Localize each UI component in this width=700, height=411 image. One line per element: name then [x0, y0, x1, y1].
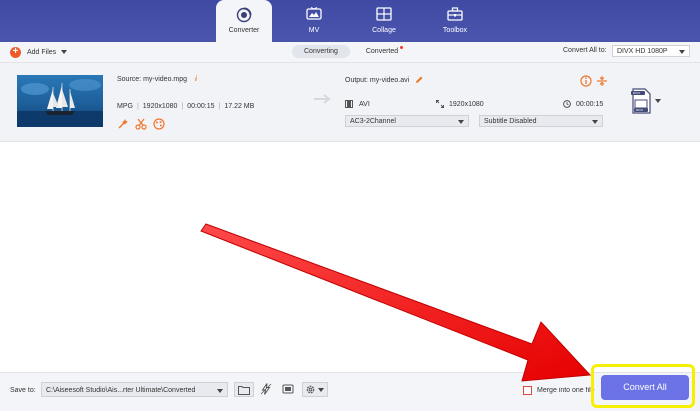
save-path-select[interactable]: C:\Aiseesoft Studio\Ais...rter Ultimate\… [41, 382, 228, 397]
chevron-down-icon [655, 99, 661, 103]
format-badge-bottom: DIVX [636, 108, 644, 112]
source-info: Source: my-video.mpg i [117, 76, 197, 83]
tab-mv[interactable]: MV [286, 0, 342, 40]
enhance-icon[interactable] [117, 118, 129, 130]
info-icon[interactable]: i [195, 76, 197, 83]
source-details: MPG | 1920x1080 | 00:00:15 | 17.22 MB [117, 103, 254, 110]
output-duration-info: 00:00:15 [563, 100, 603, 108]
chevron-down-icon [592, 120, 598, 124]
output-format: AVI [359, 100, 370, 108]
arrow-right-icon [314, 94, 331, 104]
source-filename: Source: my-video.mpg [117, 76, 188, 83]
tab-mv-label: MV [308, 27, 320, 34]
chevron-down-icon [217, 389, 223, 393]
toolbar: + Add Files Converting Converted Convert… [0, 42, 700, 63]
resize-icon [436, 100, 444, 108]
output-duration: 00:00:15 [576, 100, 604, 108]
separator: | [181, 103, 184, 110]
subtab-converted[interactable]: Converted [354, 45, 410, 58]
ship-image [17, 79, 103, 127]
output-format-info: AVI [345, 100, 370, 108]
clock-icon [563, 100, 571, 108]
convert-all-to-label: Convert All to: [563, 47, 607, 54]
open-folder-button[interactable] [234, 382, 254, 397]
tab-collage[interactable]: Collage [356, 0, 412, 40]
add-files-label: Add Files [27, 48, 57, 56]
output-resolution-info: 1920x1080 [436, 100, 484, 108]
gpu-off-icon [282, 384, 294, 394]
tv-icon [306, 7, 322, 20]
converter-icon [236, 7, 252, 23]
subtab-converting-label: Converting [304, 48, 338, 55]
plus-icon: + [10, 46, 21, 58]
gpu-accel-button[interactable] [279, 382, 297, 397]
output-format-value: DIVX HD 1080P [617, 48, 668, 55]
lightning-off-icon [260, 383, 272, 395]
converter-subtabs: Converting Converted [292, 45, 414, 58]
format-badge-top: DIVX [633, 91, 641, 95]
hardware-accel-button[interactable] [257, 382, 275, 397]
output-filename: Output: my-video.avi [345, 76, 410, 84]
file-list: Source: my-video.mpg i MPG | 1920x1080 |… [0, 63, 700, 372]
subtab-converted-label: Converted [365, 48, 399, 55]
chevron-down-icon [679, 50, 685, 54]
output-format-badge[interactable]: DIVX DIVX [630, 88, 661, 116]
subtitle-select[interactable]: Subtitle Disabled [479, 115, 603, 127]
chevron-down-icon [318, 388, 324, 392]
film-icon [345, 100, 353, 108]
file-row: Source: my-video.mpg i MPG | 1920x1080 |… [0, 63, 700, 142]
top-navigation: Converter MV Collage Toolbox [0, 0, 700, 42]
settings-button[interactable] [302, 382, 328, 397]
app-window: Converter MV Collage Toolbox + Add Files… [0, 0, 700, 411]
collage-icon [376, 7, 392, 21]
save-path-value: C:\Aiseesoft Studio\Ais...rter Ultimate\… [46, 387, 196, 394]
info-circle-icon[interactable] [580, 75, 592, 87]
tab-collage-label: Collage [372, 27, 396, 34]
subtitle-value: Subtitle Disabled [484, 118, 537, 125]
tab-toolbox-label: Toolbox [442, 27, 468, 34]
source-resolution: 1920x1080 [142, 103, 178, 110]
gear-icon [306, 385, 315, 394]
video-thumbnail[interactable] [17, 75, 103, 127]
folder-icon [238, 386, 250, 395]
merge-checkbox[interactable] [523, 386, 532, 395]
tab-converter-label: Converter [228, 27, 260, 34]
highlight-box [591, 364, 695, 408]
edit-pencil-icon[interactable] [415, 76, 423, 84]
separator: | [136, 103, 139, 110]
source-size: 17.22 MB [224, 103, 255, 110]
add-files-button[interactable]: + Add Files [10, 45, 68, 59]
save-to-label: Save to: [10, 387, 36, 394]
audio-track-select[interactable]: AC3-2Channel [345, 115, 469, 127]
tab-converter[interactable]: Converter [216, 0, 272, 42]
palette-icon[interactable] [153, 118, 165, 130]
output-info: Output: my-video.avi [345, 76, 423, 84]
output-resolution: 1920x1080 [449, 100, 484, 108]
separator: | [218, 103, 221, 110]
notification-dot [400, 46, 404, 49]
tab-toolbox[interactable]: Toolbox [427, 0, 483, 40]
chevron-down-icon [458, 120, 464, 124]
output-format-select[interactable]: DIVX HD 1080P [612, 45, 690, 57]
source-duration: 00:00:15 [187, 103, 215, 110]
subtab-converting[interactable]: Converting [292, 45, 350, 58]
chevron-down-icon[interactable] [61, 50, 68, 54]
toolbox-icon [447, 7, 463, 21]
scissors-icon[interactable] [135, 118, 147, 130]
compress-icon[interactable] [596, 75, 608, 87]
audio-track-value: AC3-2Channel [350, 118, 396, 125]
source-format: MPG [117, 103, 133, 110]
